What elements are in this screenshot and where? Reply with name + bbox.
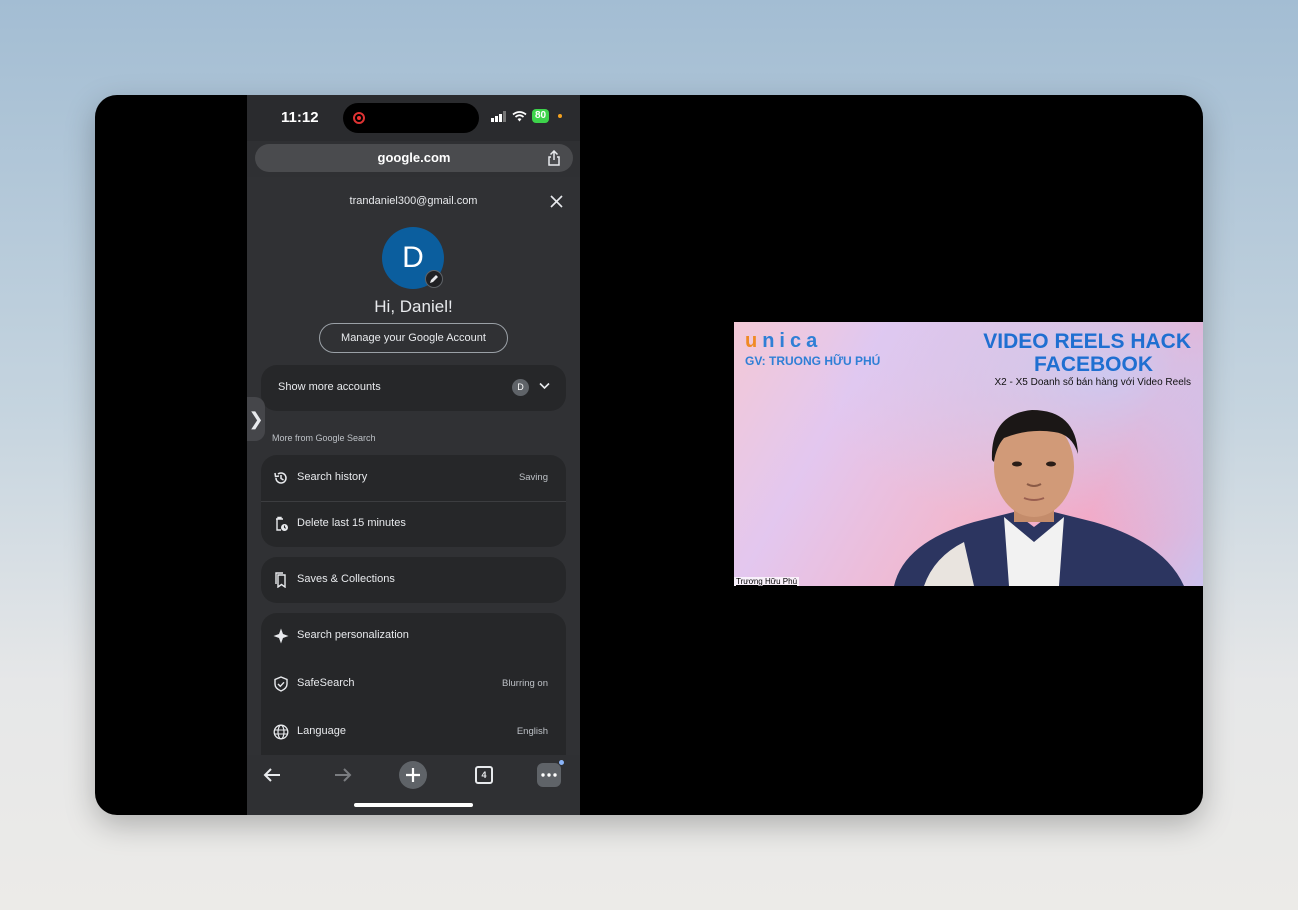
video-title-line2: FACEBOOK bbox=[1034, 353, 1154, 376]
search-history-value: Saving bbox=[518, 472, 548, 483]
pencil-icon bbox=[430, 275, 438, 283]
sparkle-icon bbox=[273, 628, 289, 644]
safesearch-row[interactable]: SafeSearch Blurring on bbox=[261, 661, 566, 707]
plus-icon bbox=[406, 768, 420, 782]
greeting: Hi, Daniel! bbox=[374, 297, 453, 316]
tab-count: 4 bbox=[475, 766, 493, 784]
home-indicator[interactable] bbox=[354, 803, 473, 807]
status-icons: 80 bbox=[491, 109, 563, 123]
safesearch-label: SafeSearch bbox=[297, 677, 355, 689]
arrow-right-icon bbox=[335, 768, 352, 782]
collections-icon bbox=[275, 572, 286, 588]
saves-row[interactable]: Saves & Collections bbox=[261, 557, 566, 603]
more-dots-icon bbox=[541, 773, 557, 777]
presenter-image bbox=[894, 410, 1184, 586]
arrow-left-icon bbox=[263, 768, 280, 782]
teacher-label: GV: TRUONG HỮU PHÚ bbox=[745, 354, 881, 368]
screen-frame: 11:12 80 google.com trandaniel300@gmail.… bbox=[95, 95, 1203, 815]
account-mini-avatar: D bbox=[512, 379, 529, 396]
delete-history-icon bbox=[276, 516, 288, 531]
language-row[interactable]: Language English bbox=[261, 709, 566, 755]
delete-last-row[interactable]: Delete last 15 minutes bbox=[261, 501, 566, 547]
show-more-accounts-label: Show more accounts bbox=[278, 381, 381, 393]
phone-screen: 11:12 80 google.com trandaniel300@gmail.… bbox=[247, 95, 580, 815]
more-menu-button[interactable] bbox=[537, 759, 565, 787]
manage-account-button[interactable]: Manage your Google Account bbox=[319, 323, 508, 353]
screen-record-icon bbox=[353, 112, 365, 124]
language-value: English bbox=[516, 726, 548, 737]
section-label: More from Google Search bbox=[272, 433, 376, 443]
close-icon[interactable] bbox=[550, 195, 563, 208]
url-text[interactable]: google.com bbox=[255, 150, 573, 165]
safesearch-value: Blurring on bbox=[502, 678, 548, 689]
brand-logo: unica bbox=[745, 330, 823, 352]
delete-last-label: Delete last 15 minutes bbox=[297, 517, 406, 529]
video-subtitle: X2 - X5 Doanh số bán hàng với Video Reel… bbox=[994, 377, 1192, 388]
dynamic-island bbox=[343, 103, 479, 133]
search-history-label: Search history bbox=[297, 471, 368, 483]
personalization-row[interactable]: Search personalization bbox=[261, 613, 566, 659]
speaker-name-tag: Trương Hữu Phú bbox=[734, 577, 800, 586]
privacy-dot bbox=[558, 114, 563, 118]
battery-indicator: 80 bbox=[532, 109, 550, 123]
signal-icon bbox=[491, 110, 506, 122]
share-icon[interactable] bbox=[547, 150, 561, 166]
personalization-label: Search personalization bbox=[297, 629, 409, 641]
edit-avatar-button[interactable] bbox=[425, 270, 443, 288]
account-sheet: trandaniel300@gmail.com D Hi, Daniel! Ma… bbox=[247, 177, 580, 757]
globe-icon bbox=[273, 724, 289, 740]
status-bar: 11:12 80 bbox=[247, 95, 580, 141]
show-more-accounts-row[interactable]: Show more accounts D bbox=[261, 365, 566, 411]
settings-card: Search personalization SafeSearch Blurri… bbox=[261, 613, 566, 757]
back-button[interactable] bbox=[258, 761, 286, 789]
shield-icon bbox=[274, 676, 288, 692]
tabs-button[interactable]: 4 bbox=[470, 761, 498, 789]
history-card: Search history Saving Delete last 15 min… bbox=[261, 455, 566, 547]
chevron-down-icon[interactable] bbox=[539, 382, 550, 390]
new-tab-button[interactable] bbox=[399, 761, 427, 789]
notification-dot bbox=[558, 759, 565, 766]
language-label: Language bbox=[297, 725, 346, 737]
status-time: 11:12 bbox=[281, 109, 319, 126]
forward-button[interactable] bbox=[329, 761, 357, 789]
account-email: trandaniel300@gmail.com bbox=[349, 195, 478, 207]
side-panel-handle[interactable]: ❯ bbox=[247, 397, 265, 441]
saves-card: Saves & Collections bbox=[261, 557, 566, 603]
webcam-video: unica GV: TRUONG HỮU PHÚ VIDEO REELS HAC… bbox=[734, 322, 1203, 586]
wifi-icon bbox=[512, 110, 527, 121]
search-history-row[interactable]: Search history Saving bbox=[261, 455, 566, 501]
video-title-line1: VIDEO REELS HACK bbox=[983, 330, 1191, 353]
show-more-accounts-card[interactable]: Show more accounts D bbox=[261, 365, 566, 411]
saves-label: Saves & Collections bbox=[297, 573, 395, 585]
history-icon bbox=[274, 472, 287, 484]
address-bar[interactable]: google.com bbox=[255, 144, 573, 172]
